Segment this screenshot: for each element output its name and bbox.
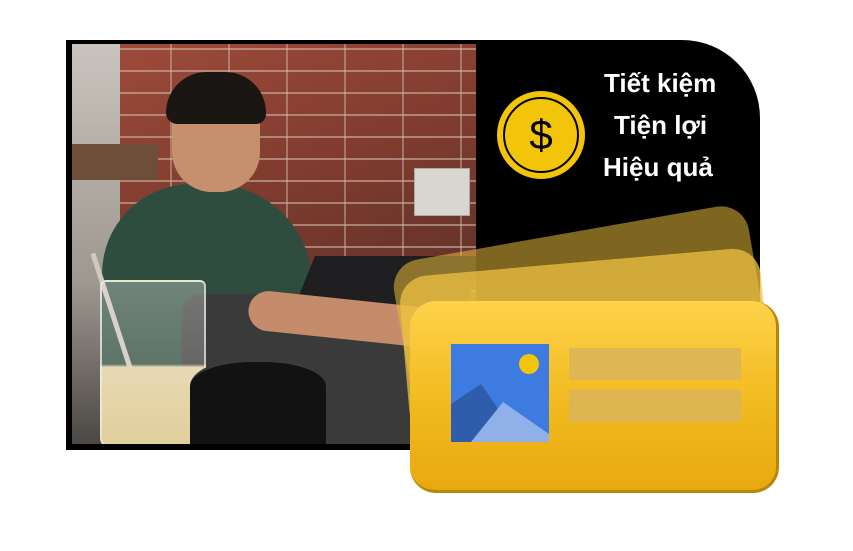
black-cup [190,358,326,444]
coin-symbol: $ [503,97,579,173]
card-text-line-1 [569,348,741,380]
shelf [72,144,158,180]
feature-label-efficiency: Hiệu quả [603,152,713,182]
image-placeholder-icon [451,344,549,442]
card-text-line-2 [569,390,741,422]
feature-label-savings: Tiết kiệm [604,68,717,98]
dollar-coin-icon: $ [497,91,585,179]
wall-outlet [414,168,470,216]
feature-label-convenience: Tiện lợi [614,110,708,140]
